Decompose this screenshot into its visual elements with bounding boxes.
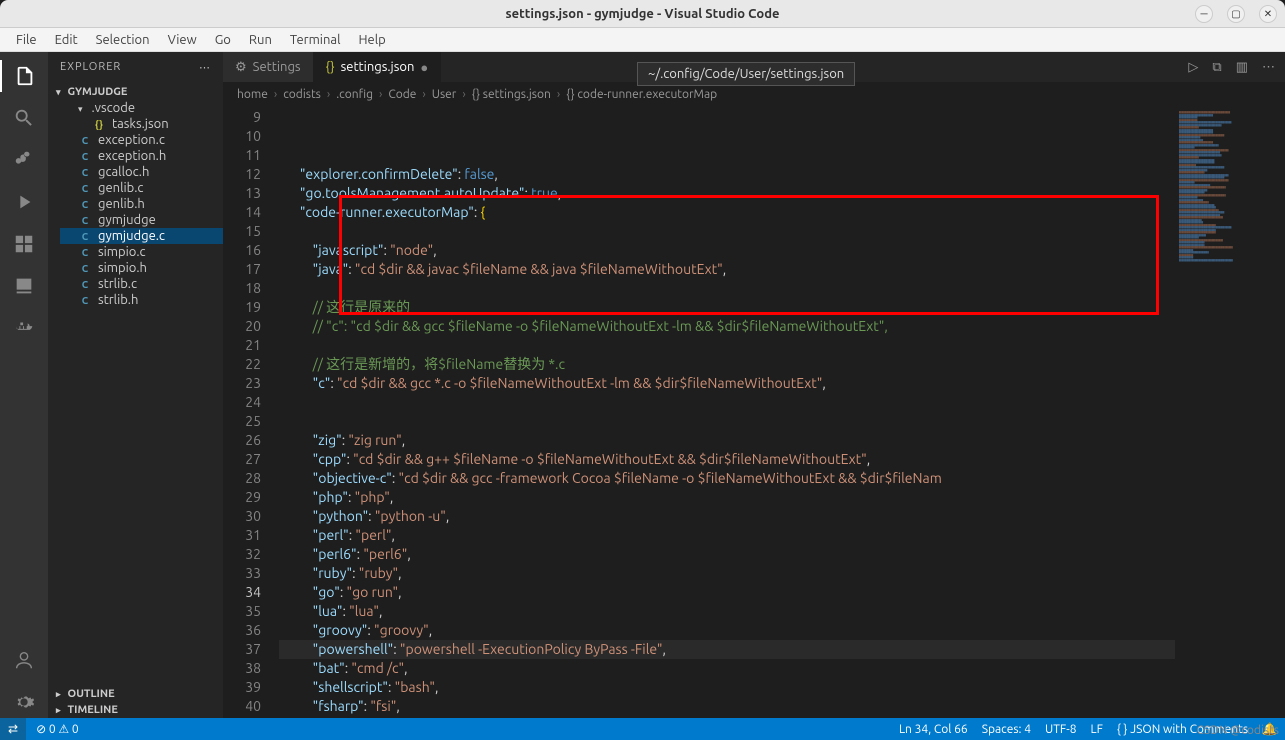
source-control-icon[interactable] [8, 144, 40, 176]
more-icon[interactable]: ⋯ [1262, 60, 1275, 75]
c-file-icon: C [78, 261, 92, 275]
close-button[interactable]: ✕ [1259, 5, 1277, 23]
menu-go[interactable]: Go [207, 31, 239, 49]
explorer-icon[interactable] [0, 60, 48, 92]
c-file-icon: C [78, 133, 92, 147]
remote-icon[interactable] [8, 270, 40, 302]
split-icon[interactable]: ⧉ [1212, 60, 1221, 75]
minimize-button[interactable]: ─ [1195, 5, 1213, 23]
file-gymjudge-c[interactable]: Cgymjudge.c [60, 228, 223, 244]
file-genlib-h[interactable]: Cgenlib.h [60, 196, 223, 212]
menubar: FileEditSelectionViewGoRunTerminalHelp [0, 28, 1285, 52]
editor[interactable]: 9101112131415161718192021222324252627282… [223, 106, 1285, 718]
account-icon[interactable] [8, 644, 40, 676]
tab-settings-json[interactable]: {}settings.json● [314, 52, 442, 82]
explorer-title: EXPLORER [60, 61, 121, 73]
window-title: settings.json - gymjudge - Visual Studio… [506, 7, 780, 21]
cursor-position[interactable]: Ln 34, Col 66 [899, 723, 968, 736]
c-file-icon: C [78, 197, 92, 211]
remote-indicator[interactable]: ⇄ [0, 718, 26, 740]
c-file-icon: C [78, 165, 92, 179]
file-simpio-c[interactable]: Csimpio.c [60, 244, 223, 260]
file-strlib-c[interactable]: Cstrlib.c [60, 276, 223, 292]
layout-icon[interactable]: ▥ [1236, 60, 1248, 75]
breadcrumb-item[interactable]: codists [283, 88, 321, 101]
file-exception-c[interactable]: Cexception.c [60, 132, 223, 148]
timeline-section[interactable]: TIMELINE [48, 702, 223, 718]
run-debug-icon[interactable] [8, 186, 40, 218]
path-tooltip: ~/.config/Code/User/settings.json [637, 62, 855, 86]
file-simpio-h[interactable]: Csimpio.h [60, 260, 223, 276]
watermark: CSDN @codists [1196, 724, 1279, 737]
statusbar: ⇄ ⊘ 0 ⚠ 0 Ln 34, Col 66 Spaces: 4 UTF-8 … [0, 718, 1285, 740]
json-file-icon: {} [92, 117, 106, 131]
menu-run[interactable]: Run [241, 31, 280, 49]
tab-settings[interactable]: ⚙Settings [223, 52, 314, 82]
minimap[interactable]: ████████████████████████████████████████… [1175, 106, 1285, 718]
menu-file[interactable]: File [8, 31, 45, 49]
folder-vscode[interactable]: .vscode [60, 100, 223, 116]
menu-selection[interactable]: Selection [88, 31, 158, 49]
json-icon: {} [326, 60, 335, 74]
menu-view[interactable]: View [160, 31, 205, 49]
menu-edit[interactable]: Edit [47, 31, 86, 49]
c-file-icon: C [78, 293, 92, 307]
encoding-info[interactable]: UTF-8 [1045, 723, 1076, 736]
outline-section[interactable]: OUTLINE [48, 686, 223, 702]
file-gcalloc-h[interactable]: Cgcalloc.h [60, 164, 223, 180]
indent-info[interactable]: Spaces: 4 [982, 723, 1031, 736]
run-icon[interactable]: ▷ [1188, 60, 1198, 75]
close-tab-icon[interactable]: ● [420, 60, 428, 75]
c-file-icon: C [78, 245, 92, 259]
breadcrumb-item[interactable]: {} settings.json [472, 88, 551, 101]
activity-bar [0, 52, 48, 718]
c-file-icon: C [78, 277, 92, 291]
docker-icon[interactable] [8, 312, 40, 344]
explorer-more-icon[interactable]: ⋯ [199, 61, 211, 74]
breadcrumb-item[interactable]: .config [336, 88, 373, 101]
c-file-icon: C [78, 213, 92, 227]
breadcrumb-item[interactable]: User [432, 88, 457, 101]
breadcrumb-item[interactable]: Code [388, 88, 416, 101]
code-content[interactable]: "explorer.confirmDelete": false, "go.too… [279, 106, 1175, 718]
file-exception-h[interactable]: Cexception.h [60, 148, 223, 164]
search-icon[interactable] [8, 102, 40, 134]
file-strlib-h[interactable]: Cstrlib.h [60, 292, 223, 308]
c-file-icon: C [78, 149, 92, 163]
breadcrumb-item[interactable]: home [237, 88, 268, 101]
settings-gear-icon[interactable] [8, 686, 40, 718]
gear-icon: ⚙ [235, 60, 247, 75]
maximize-button[interactable]: ▢ [1227, 5, 1245, 23]
errors-count[interactable]: ⊘ 0 ⚠ 0 [36, 722, 79, 736]
titlebar: settings.json - gymjudge - Visual Studio… [0, 0, 1285, 28]
c-file-icon: C [78, 229, 92, 243]
extensions-icon[interactable] [8, 228, 40, 260]
file-genlib-c[interactable]: Cgenlib.c [60, 180, 223, 196]
breadcrumb-item[interactable]: {} code-runner.executorMap [566, 88, 717, 101]
eol-info[interactable]: LF [1090, 723, 1102, 736]
sidebar: EXPLORER ⋯ GYMJUDGE .vscode {}tasks.json… [48, 52, 223, 718]
line-gutter: 9101112131415161718192021222324252627282… [223, 106, 279, 718]
c-file-icon: C [78, 181, 92, 195]
file-gymjudge[interactable]: Cgymjudge [60, 212, 223, 228]
menu-help[interactable]: Help [350, 31, 393, 49]
file-tasks-json[interactable]: {}tasks.json [60, 116, 223, 132]
menu-terminal[interactable]: Terminal [282, 31, 349, 49]
project-root[interactable]: GYMJUDGE [48, 84, 223, 100]
